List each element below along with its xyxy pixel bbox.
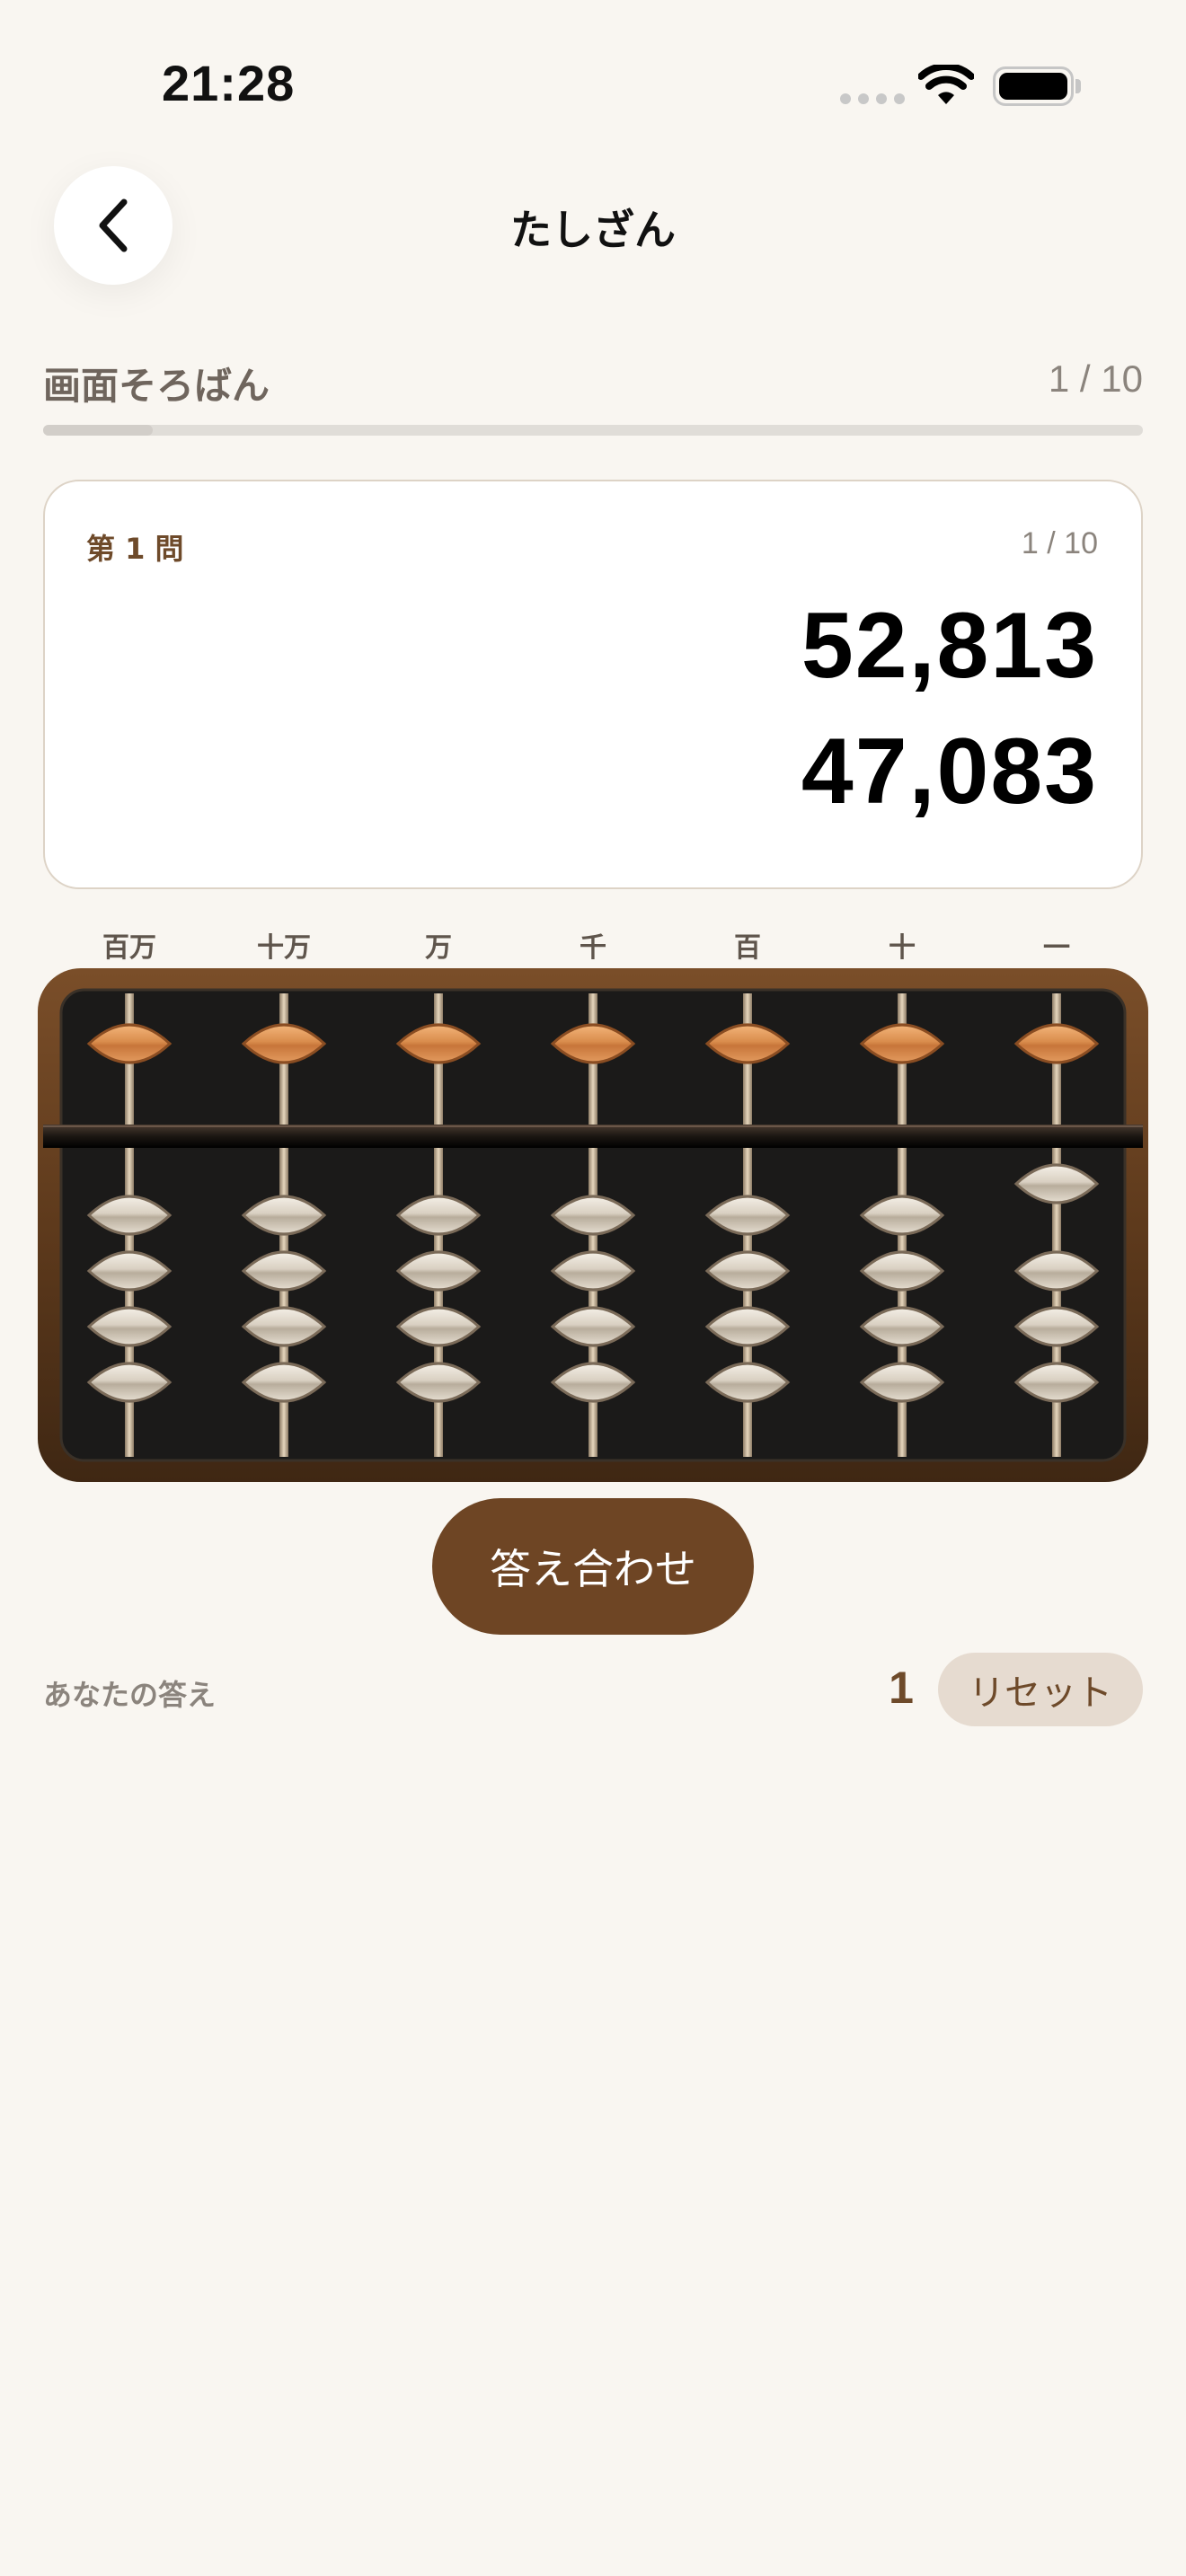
progress-bar — [43, 425, 1143, 436]
mode-label: 画面そろばん — [43, 364, 270, 408]
page-title: たしざん — [510, 206, 676, 254]
soroban-abacus[interactable] — [38, 968, 1148, 1482]
problem-number: 第 1 問 — [86, 532, 184, 566]
reset-button[interactable]: リセット — [938, 1653, 1143, 1726]
status-time: 21:28 — [162, 55, 296, 111]
problem-card: 第 1 問 1 / 10 52,813 47,083 — [43, 480, 1143, 889]
answer-label: あなたの答え — [43, 1678, 217, 1712]
progress-fill — [43, 425, 154, 436]
check-answer-button[interactable]: 答え合わせ — [432, 1498, 754, 1635]
progress-text: 1 / 10 — [1048, 357, 1143, 400]
place-label-ten-thousands: 万 — [425, 932, 452, 964]
place-label-thousands: 千 — [580, 932, 606, 964]
problem-count: 1 / 10 — [1021, 526, 1098, 560]
operand: 47,083 — [801, 719, 1098, 824]
cellular-signal-icon — [840, 93, 905, 104]
battery-icon — [993, 66, 1074, 106]
place-label-millions: 百万 — [102, 932, 156, 964]
operand: 52,813 — [801, 594, 1098, 698]
place-label-tens: 十 — [889, 932, 916, 964]
answer-value: 1 — [889, 1663, 914, 1713]
place-label-hundred-thousands: 十万 — [257, 932, 311, 964]
abacus-beam — [43, 1125, 1143, 1148]
wifi-icon — [918, 65, 974, 104]
place-label-hundreds: 百 — [734, 932, 761, 964]
battery-cap — [1075, 79, 1081, 93]
status-bar: 21:28 — [0, 0, 1186, 171]
place-label-ones: 一 — [1043, 932, 1070, 964]
